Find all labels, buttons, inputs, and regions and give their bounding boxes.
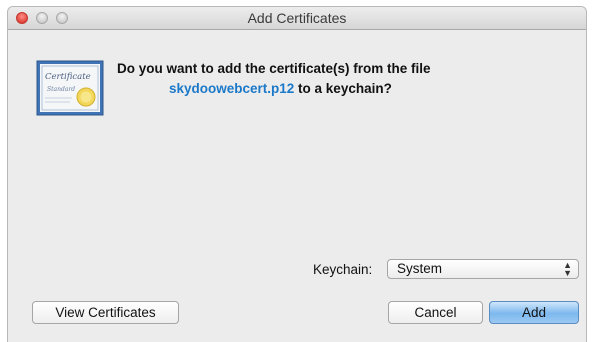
add-certificates-dialog: Add Certificates Certificate Standard Do… [7, 6, 587, 342]
view-certificates-button[interactable]: View Certificates [32, 301, 179, 324]
add-button[interactable]: Add [489, 301, 579, 324]
chevron-up-down-icon: ▲ ▼ [563, 260, 572, 278]
keychain-select[interactable]: System ▲ ▼ [387, 259, 579, 279]
certificate-icon-title: Certificate [45, 72, 91, 82]
dialog-message: Do you want to add the certificate(s) fr… [117, 59, 431, 99]
keychain-selected-value: System [397, 261, 443, 276]
window-title: Add Certificates [247, 10, 347, 26]
certificate-icon: Certificate Standard [36, 60, 104, 116]
certificate-filename: skydoowebcert.p12 [169, 81, 295, 96]
message-line-1: Do you want to add the certificate(s) fr… [117, 61, 431, 76]
cancel-button[interactable]: Cancel [388, 301, 483, 324]
certificate-icon-subtitle: Standard [47, 86, 75, 93]
message-line-2: skydoowebcert.p12 to a keychain? [117, 79, 431, 99]
message-line-2-suffix: to a keychain? [294, 81, 392, 96]
title-bar: Add Certificates [8, 7, 586, 30]
keychain-label: Keychain: [313, 262, 373, 277]
